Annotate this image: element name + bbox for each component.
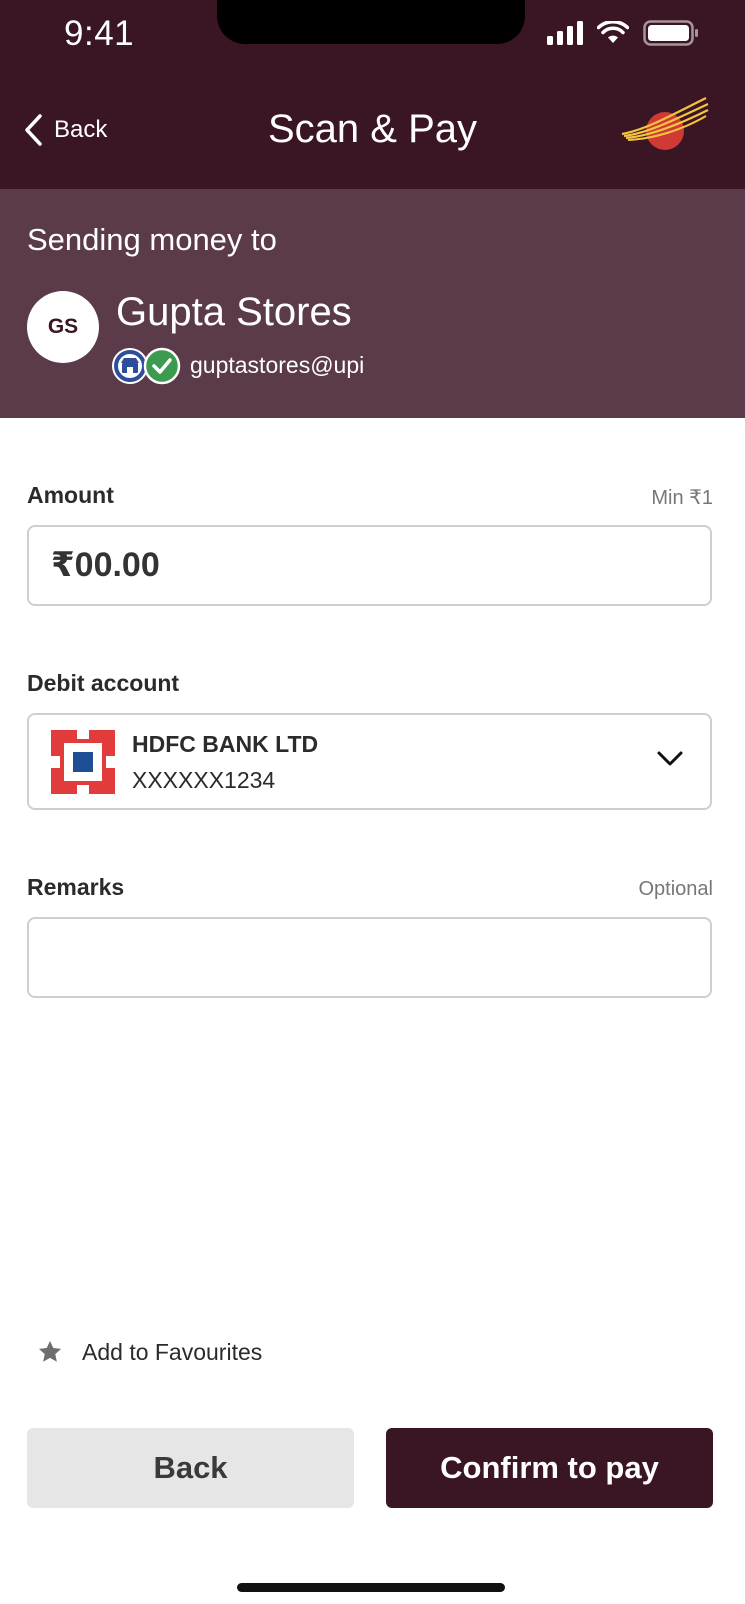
- header-back-button[interactable]: Back: [24, 113, 107, 147]
- hdfc-bank-logo: [51, 730, 115, 794]
- merchant-name: Gupta Stores: [116, 290, 352, 334]
- add-to-favourites-label: Add to Favourites: [82, 1338, 263, 1365]
- wifi-icon: [597, 21, 629, 43]
- home-indicator: [237, 1583, 505, 1592]
- remarks-input[interactable]: [29, 919, 710, 996]
- merchant-upi-id: guptastores@upi: [190, 352, 365, 378]
- add-to-favourites[interactable]: Add to Favourites: [36, 1338, 262, 1366]
- debit-account-selector[interactable]: HDFC BANK LTD XXXXXX1234: [27, 713, 712, 810]
- amount-field: [27, 525, 712, 606]
- remarks-label: Remarks: [27, 874, 125, 900]
- status-time: 9:41: [64, 14, 135, 53]
- page-title: Scan & Pay: [267, 107, 477, 151]
- chevron-down-icon: [657, 751, 683, 766]
- back-button[interactable]: Back: [27, 1428, 354, 1508]
- status-icons: [547, 20, 699, 46]
- account-number: XXXXXX1234: [132, 767, 276, 793]
- remarks-field: [27, 917, 712, 998]
- india-post-logo: [621, 97, 709, 150]
- remarks-optional-hint: Optional: [638, 878, 714, 900]
- amount-input[interactable]: [29, 527, 710, 604]
- star-icon: [38, 1340, 62, 1362]
- device-notch: [217, 0, 525, 44]
- amount-label: Amount: [27, 482, 114, 508]
- bank-name: HDFC BANK LTD: [132, 731, 319, 757]
- avatar: GS: [27, 291, 99, 363]
- confirm-to-pay-button[interactable]: Confirm to pay: [386, 1428, 713, 1508]
- header-back-label: Back: [54, 116, 108, 143]
- cellular-signal-icon: [547, 21, 583, 45]
- merchant-badges: [112, 347, 181, 385]
- sending-money-label: Sending money to: [27, 222, 277, 257]
- verified-check-icon: [143, 347, 181, 385]
- battery-icon: [643, 20, 698, 46]
- merchant-badge-icon: [112, 348, 148, 384]
- chevron-left-icon: [25, 114, 42, 146]
- debit-account-label: Debit account: [27, 670, 180, 696]
- amount-min-hint: Min ₹1: [651, 487, 713, 509]
